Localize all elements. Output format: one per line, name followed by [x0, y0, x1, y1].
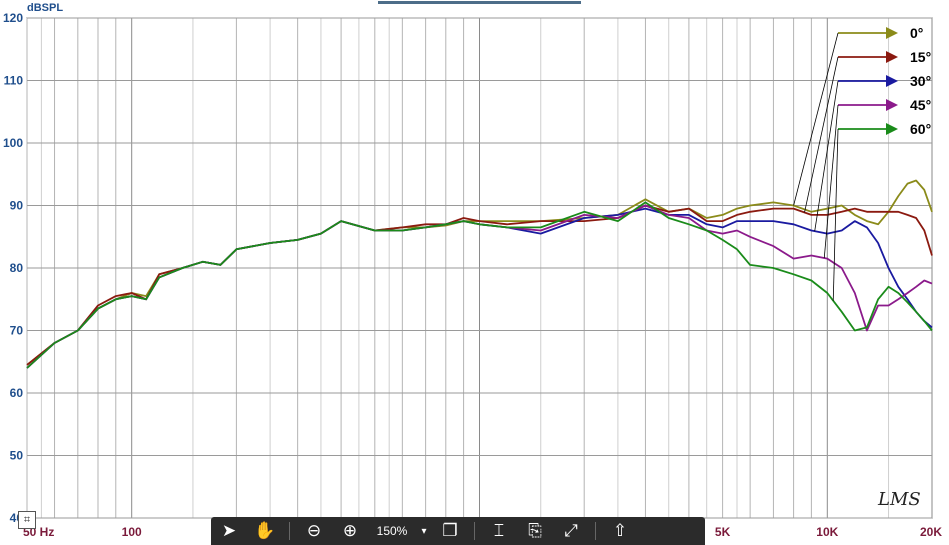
legend-label: 60° — [910, 121, 931, 137]
legend-label: 0° — [910, 25, 923, 41]
chevron-down-icon[interactable]: ▾ — [416, 517, 432, 545]
top-scroll-indicator — [378, 1, 581, 4]
toolbar-divider — [595, 522, 596, 540]
chart-grid — [26, 17, 933, 519]
x-tick-label: 100 — [122, 525, 142, 539]
x-tick-label: 10K — [816, 525, 838, 539]
x-tick-label: 20K — [920, 525, 942, 539]
zoom-in-icon[interactable]: ⊕ — [332, 517, 368, 545]
add-page-icon[interactable]: ⎘ — [517, 517, 553, 545]
hand-pan-icon[interactable]: ✋ — [247, 517, 283, 545]
y-tick-label: 120 — [3, 11, 23, 25]
toolbar-divider — [474, 522, 475, 540]
legend-label: 45° — [910, 97, 931, 113]
select-arrow-icon[interactable]: ➤ — [211, 517, 247, 545]
expand-icon[interactable]: ⤢ — [553, 517, 589, 545]
legend-label: 15° — [910, 49, 931, 65]
y-tick-label: 60 — [10, 386, 24, 400]
y-tick-label: 100 — [3, 136, 23, 150]
viewer-toolbar: ➤ ✋ ⊖ ⊕ 150% ▾ ❐ ⌶ ⎘ ⤢ ⇧ — [211, 517, 705, 545]
y-tick-label: 110 — [4, 74, 24, 88]
lms-watermark: LMS — [877, 489, 921, 510]
zoom-level[interactable]: 150% — [368, 517, 416, 545]
y-tick-label: 70 — [10, 324, 24, 338]
x-tick-label: 5K — [715, 525, 731, 539]
fit-page-icon[interactable]: ⌶ — [481, 517, 517, 545]
y-tick-label: 80 — [10, 261, 24, 275]
share-icon[interactable]: ⇧ — [602, 517, 638, 545]
zoom-out-icon[interactable]: ⊖ — [296, 517, 332, 545]
legend-label: 30° — [910, 73, 931, 89]
frequency-response-chart: 405060708090100110120 50 Hz 100 5K 10K 20K 0… — [3, 2, 942, 539]
y-tick-label: 50 — [10, 449, 24, 463]
y-axis-label: dBSPL — [27, 2, 63, 14]
y-tick-label: 90 — [10, 199, 24, 213]
toolbar-divider — [289, 522, 290, 540]
corner-select-icon[interactable]: ⌗ — [18, 511, 36, 529]
y-axis: 405060708090100110120 — [3, 11, 23, 525]
copy-pages-icon[interactable]: ❐ — [432, 517, 468, 545]
